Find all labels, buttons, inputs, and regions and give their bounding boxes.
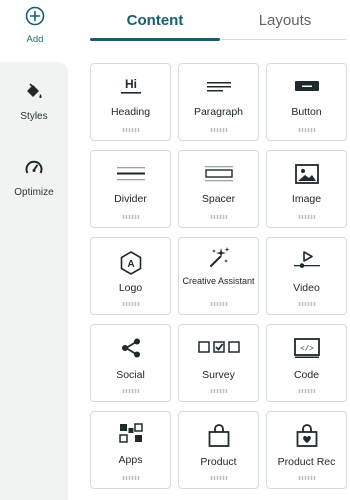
image-icon: [267, 163, 346, 184]
drag-handle[interactable]: [210, 389, 228, 393]
drag-handle[interactable]: [122, 302, 140, 306]
drag-handle[interactable]: [298, 476, 316, 480]
drag-handle[interactable]: [298, 389, 316, 393]
rail-add-button[interactable]: Add: [0, 6, 70, 45]
tile-label: Button: [291, 106, 322, 118]
tile-label: Spacer: [201, 193, 236, 205]
svg-text:</>: </>: [300, 346, 314, 354]
drag-handle[interactable]: [122, 128, 140, 132]
tile-product-rec[interactable]: Product Rec: [266, 411, 347, 489]
tile-label: Creative Assistant: [182, 276, 255, 286]
tile-label: Code: [293, 369, 320, 381]
tile-spacer[interactable]: Spacer: [178, 150, 259, 228]
rail-add-label: Add: [26, 34, 44, 45]
survey-icon: [179, 337, 258, 357]
tile-divider[interactable]: Divider: [90, 150, 171, 228]
gauge-icon: [0, 158, 68, 183]
drag-handle[interactable]: [122, 389, 140, 393]
svg-text:A: A: [127, 259, 134, 270]
tile-apps[interactable]: Apps: [90, 411, 171, 489]
tile-label: Product Rec: [277, 456, 336, 468]
tile-logo[interactable]: A Logo: [90, 237, 171, 315]
drag-handle[interactable]: [210, 476, 228, 480]
rail-styles-button[interactable]: Styles: [0, 82, 68, 122]
rail-styles-label: Styles: [20, 111, 48, 122]
paint-bucket-icon: [0, 82, 68, 107]
tile-label: Logo: [118, 282, 143, 294]
active-tab-indicator: [90, 38, 220, 41]
logo-icon: A: [91, 250, 170, 275]
tab-divider: [220, 39, 346, 40]
button-icon: [267, 76, 346, 96]
drag-handle[interactable]: [210, 302, 228, 306]
tile-code[interactable]: </> Code: [266, 324, 347, 402]
product-rec-icon: [267, 424, 346, 447]
left-rail: Add Styles Optimize: [0, 0, 70, 500]
code-icon: </>: [267, 337, 346, 358]
tab-layouts[interactable]: Layouts: [220, 12, 350, 29]
shopping-bag-icon: [179, 424, 258, 447]
tile-social[interactable]: Social: [90, 324, 171, 402]
sparkle-wand-icon: [179, 246, 258, 267]
drag-handle[interactable]: [298, 128, 316, 132]
rail-panel: [0, 62, 68, 500]
drag-handle[interactable]: [298, 215, 316, 219]
share-icon: [91, 337, 170, 358]
paragraph-icon: [179, 76, 258, 96]
rail-optimize-button[interactable]: Optimize: [0, 158, 68, 198]
heading-icon: Hi: [91, 76, 170, 96]
tile-paragraph[interactable]: Paragraph: [178, 63, 259, 141]
tile-heading[interactable]: Hi Heading: [90, 63, 171, 141]
tile-product[interactable]: Product: [178, 411, 259, 489]
tile-label: Heading: [110, 106, 151, 118]
tile-label: Product: [200, 456, 237, 468]
tile-image[interactable]: Image: [266, 150, 347, 228]
drag-handle[interactable]: [122, 215, 140, 219]
panel-tabs: Content Layouts: [90, 0, 350, 42]
drag-handle[interactable]: [210, 128, 228, 132]
tab-content[interactable]: Content: [90, 12, 220, 29]
tile-button[interactable]: Button: [266, 63, 347, 141]
divider-icon: [91, 163, 170, 183]
tile-label: Image: [291, 193, 322, 205]
drag-handle[interactable]: [122, 476, 140, 480]
tile-label: Survey: [202, 369, 235, 381]
tile-label: Divider: [114, 193, 147, 205]
video-icon: [267, 250, 346, 270]
svg-text:Hi: Hi: [125, 77, 137, 91]
rail-optimize-label: Optimize: [14, 187, 54, 198]
plus-circle-icon: [0, 6, 70, 31]
tile-label: Apps: [118, 454, 143, 466]
tile-video[interactable]: Video: [266, 237, 347, 315]
drag-handle[interactable]: [210, 215, 228, 219]
tile-survey[interactable]: Survey: [178, 324, 259, 402]
tile-creative-assistant[interactable]: Creative Assistant: [178, 237, 259, 315]
tile-label: Social: [116, 369, 145, 381]
apps-icon: [91, 422, 170, 443]
tile-label: Paragraph: [193, 106, 244, 118]
spacer-icon: [179, 163, 258, 183]
tile-label: Video: [293, 282, 320, 294]
drag-handle[interactable]: [298, 302, 316, 306]
